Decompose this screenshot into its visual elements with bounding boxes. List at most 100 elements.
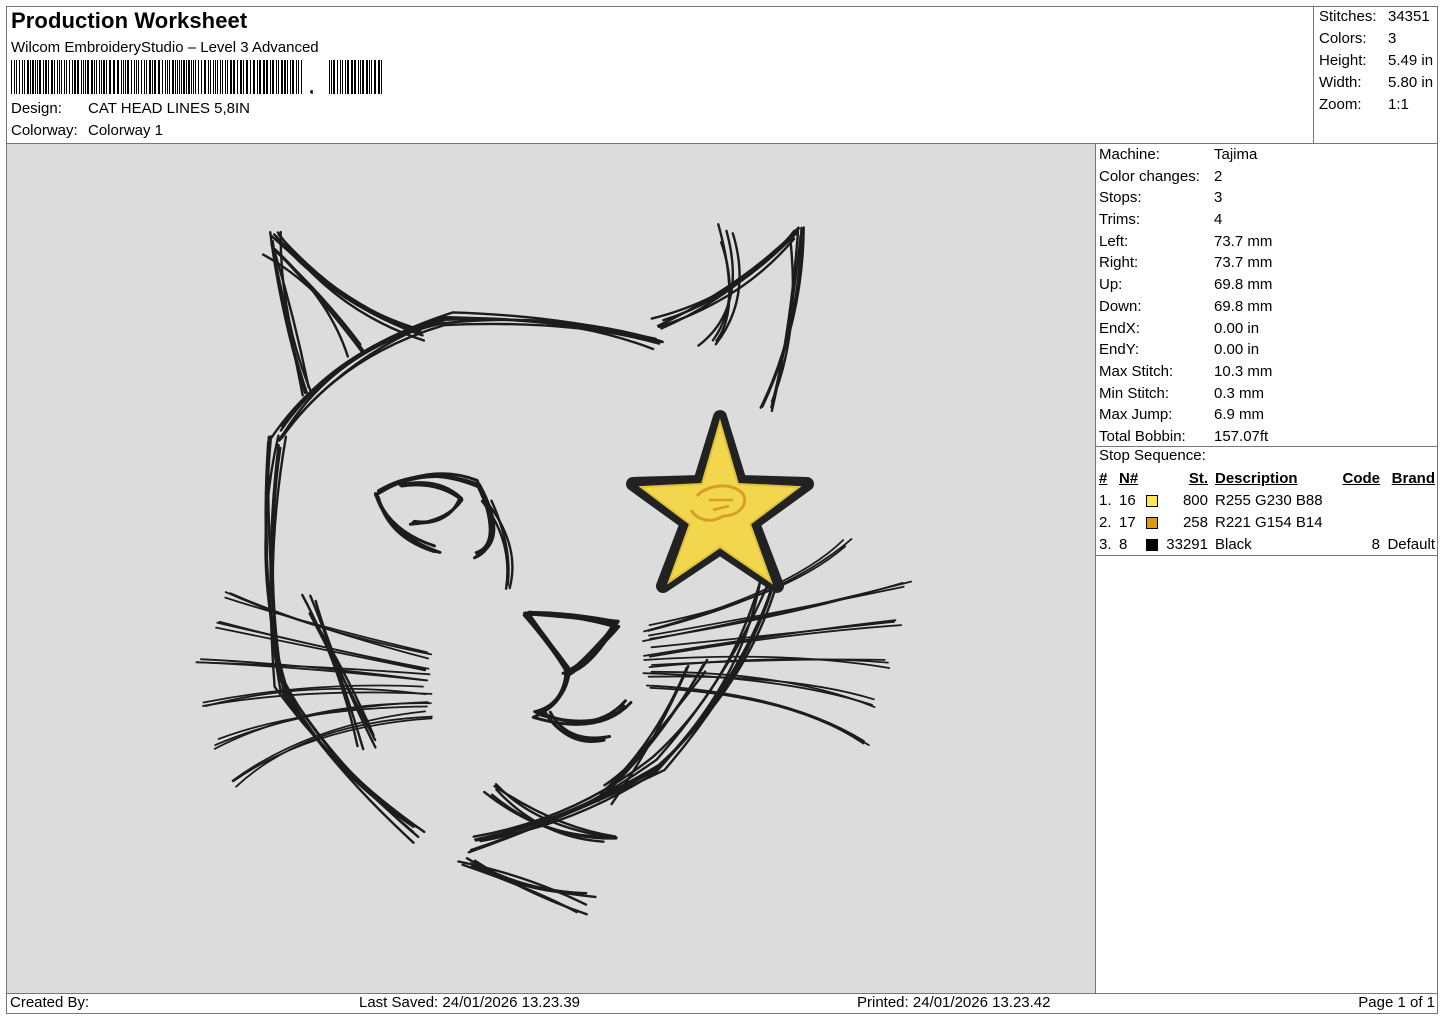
color-swatch bbox=[1146, 539, 1158, 551]
table-row: 1. 16 800 R255 G230 B88 bbox=[1099, 490, 1437, 512]
col-brand-header: Brand bbox=[1391, 470, 1435, 487]
row-stitches: 258 bbox=[1182, 514, 1208, 531]
detail-value: 69.8 mm bbox=[1214, 276, 1273, 294]
software-name: Wilcom EmbroideryStudio – Level 3 Advanc… bbox=[11, 39, 319, 56]
star-patch bbox=[626, 410, 814, 593]
row-needle: 16 bbox=[1119, 492, 1136, 509]
summary-label: Height: bbox=[1319, 52, 1367, 69]
detail-value: 0.00 in bbox=[1214, 319, 1260, 337]
detail-label: Trims: bbox=[1099, 211, 1141, 229]
summary-row: Height: 5.49 in bbox=[1319, 50, 1437, 72]
summary-value: 3 bbox=[1388, 30, 1397, 47]
printed-date: Printed: 24/01/2026 13.23.42 bbox=[857, 994, 1051, 1011]
detail-value: 157.07ft bbox=[1214, 427, 1269, 445]
row-needle: 17 bbox=[1119, 514, 1136, 531]
summary-label: Zoom: bbox=[1319, 96, 1362, 113]
color-swatch bbox=[1146, 517, 1158, 529]
colorway-label: Colorway: bbox=[11, 122, 78, 139]
summary-label: Colors: bbox=[1319, 30, 1367, 47]
cat-head-embroidery-image bbox=[195, 223, 912, 916]
detail-label: Stops: bbox=[1099, 189, 1142, 207]
summary-label: Width: bbox=[1319, 74, 1362, 91]
detail-label: EndX: bbox=[1099, 319, 1140, 337]
detail-label: EndY: bbox=[1099, 341, 1140, 359]
detail-row: Trims: 4 bbox=[1099, 209, 1437, 231]
summary-label: Stitches: bbox=[1319, 8, 1377, 25]
table-row: 3. 8 33291 Black 8 Default bbox=[1099, 534, 1437, 556]
page-number: Page 1 of 1 bbox=[1358, 994, 1435, 1011]
detail-value: 0.3 mm bbox=[1214, 384, 1265, 402]
summary-panel: Stitches: 34351 Colors: 3 Height: 5.49 in W… bbox=[1319, 6, 1437, 116]
row-description: R255 G230 B88 bbox=[1215, 492, 1323, 509]
detail-row: Machine: Tajima bbox=[1099, 144, 1437, 166]
row-stitches: 800 bbox=[1182, 492, 1208, 509]
detail-row: Right: 73.7 mm bbox=[1099, 252, 1437, 274]
design-label: Design: bbox=[11, 100, 62, 117]
summary-value: 5.49 in bbox=[1388, 52, 1434, 69]
detail-label: Color changes: bbox=[1099, 167, 1200, 185]
created-by: Created By: bbox=[10, 994, 90, 1011]
detail-row: EndY: 0.00 in bbox=[1099, 339, 1437, 361]
summary-row: Colors: 3 bbox=[1319, 28, 1437, 50]
detail-row: EndX: 0.00 in bbox=[1099, 318, 1437, 340]
machine-details: Machine: Tajima Color changes: 2 Stops: 3 T… bbox=[1099, 144, 1437, 448]
detail-label: Left: bbox=[1099, 232, 1129, 250]
color-swatch bbox=[1146, 495, 1158, 507]
detail-label: Machine: bbox=[1099, 146, 1160, 163]
detail-value: Tajima bbox=[1214, 146, 1258, 163]
barcode: , bbox=[11, 60, 382, 94]
col-stitches-header: St. bbox=[1188, 470, 1208, 487]
page-title: Production Worksheet bbox=[11, 8, 248, 33]
row-num: 1. bbox=[1099, 492, 1112, 509]
row-code: 8 bbox=[1371, 536, 1380, 553]
col-description-header: Description bbox=[1215, 470, 1298, 487]
footer-divider bbox=[6, 993, 1438, 994]
summary-value: 1:1 bbox=[1388, 96, 1409, 113]
detail-value: 4 bbox=[1214, 211, 1223, 229]
design-preview bbox=[7, 144, 1095, 993]
table-header: # N# St. Description Code Brand bbox=[1099, 468, 1437, 490]
canvas-divider bbox=[1095, 143, 1096, 993]
table-row: 2. 17 258 R221 G154 B14 bbox=[1099, 512, 1437, 534]
svg-text:,: , bbox=[309, 77, 314, 94]
row-brand: Default bbox=[1387, 536, 1435, 553]
design-value: CAT HEAD LINES 5,8IN bbox=[88, 100, 250, 117]
detail-label: Up: bbox=[1099, 276, 1123, 294]
detail-row: Total Bobbin: 157.07ft bbox=[1099, 426, 1437, 448]
summary-row: Width: 5.80 in bbox=[1319, 72, 1437, 94]
detail-label: Total Bobbin: bbox=[1099, 427, 1186, 445]
stop-sequence-table: # N# St. Description Code Brand 1. 16 80… bbox=[1099, 468, 1437, 556]
detail-value: 2 bbox=[1214, 167, 1223, 185]
summary-value: 5.80 in bbox=[1388, 74, 1434, 91]
detail-label: Right: bbox=[1099, 254, 1139, 272]
col-needle-header: N# bbox=[1119, 470, 1139, 487]
detail-value: 6.9 mm bbox=[1214, 406, 1265, 424]
row-description: Black bbox=[1215, 536, 1252, 553]
col-num-header: # bbox=[1099, 470, 1108, 487]
detail-row: Down: 69.8 mm bbox=[1099, 296, 1437, 318]
detail-row: Left: 73.7 mm bbox=[1099, 231, 1437, 253]
stop-sequence-title: Stop Sequence: bbox=[1099, 447, 1206, 464]
col-code-header: Code bbox=[1342, 470, 1381, 487]
detail-row: Min Stitch: 0.3 mm bbox=[1099, 383, 1437, 405]
detail-row: Max Stitch: 10.3 mm bbox=[1099, 361, 1437, 383]
row-stitches: 33291 bbox=[1166, 536, 1208, 553]
design-row: Design: CAT HEAD LINES 5,8IN bbox=[11, 100, 250, 117]
row-needle: 8 bbox=[1119, 536, 1128, 553]
row-num: 3. bbox=[1099, 536, 1112, 553]
summary-row: Stitches: 34351 bbox=[1319, 6, 1437, 28]
last-saved: Last Saved: 24/01/2026 13.23.39 bbox=[359, 994, 581, 1011]
summary-value: 34351 bbox=[1388, 8, 1430, 25]
detail-row: Up: 69.8 mm bbox=[1099, 274, 1437, 296]
detail-value: 10.3 mm bbox=[1214, 362, 1273, 380]
colorway-row: Colorway: Colorway 1 bbox=[11, 122, 163, 139]
detail-label: Down: bbox=[1099, 297, 1142, 315]
detail-row: Color changes: 2 bbox=[1099, 166, 1437, 188]
detail-label: Max Jump: bbox=[1099, 406, 1173, 424]
detail-value: 69.8 mm bbox=[1214, 297, 1273, 315]
row-description: R221 G154 B14 bbox=[1215, 514, 1323, 531]
detail-value: 73.7 mm bbox=[1214, 232, 1273, 250]
colorway-value: Colorway 1 bbox=[88, 122, 164, 139]
summary-row: Zoom: 1:1 bbox=[1319, 94, 1437, 116]
detail-row: Max Jump: 6.9 mm bbox=[1099, 404, 1437, 426]
